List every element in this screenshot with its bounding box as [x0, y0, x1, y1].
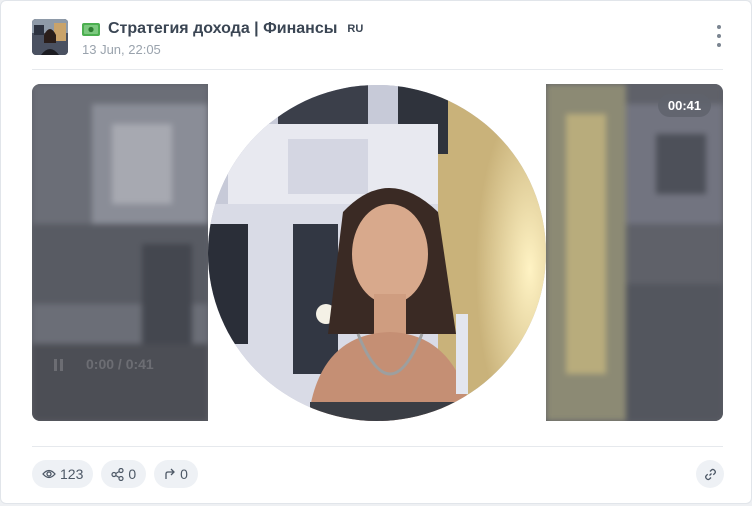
money-banknote-icon	[82, 22, 100, 36]
share-icon	[111, 467, 124, 481]
ghost-pause-icon	[54, 359, 63, 371]
eye-icon	[42, 469, 56, 479]
header-divider	[32, 69, 723, 70]
video-blur-right	[546, 84, 723, 421]
forwards-count: 0	[180, 466, 188, 482]
post-header: Стратегия дохода | Финансы RU	[82, 18, 363, 40]
video-duration-badge: 00:41	[658, 94, 711, 117]
post-date: 13 Jun, 22:05	[82, 42, 161, 57]
ghost-player-time: 0:00 / 0:41	[86, 356, 154, 372]
video-circle-frame	[208, 84, 546, 421]
shares-counter[interactable]: 0	[101, 460, 147, 488]
views-count: 123	[60, 466, 84, 482]
link-icon	[704, 468, 716, 480]
post-stats: 123 0 0	[32, 460, 198, 488]
forwards-counter[interactable]: 0	[154, 460, 198, 488]
round-video-thumbnail	[208, 85, 546, 421]
post-card: Стратегия дохода | Финансы RU 13 Jun, 22…	[0, 0, 752, 504]
shares-count: 0	[128, 466, 137, 482]
channel-title[interactable]: Стратегия дохода | Финансы	[108, 20, 337, 38]
forward-icon	[165, 468, 176, 479]
channel-avatar[interactable]	[32, 19, 68, 55]
language-badge: RU	[347, 23, 364, 35]
views-counter[interactable]: 123	[32, 460, 94, 488]
copy-link-button[interactable]	[696, 460, 724, 488]
video-message[interactable]: 0:00 / 0:41 00:41	[32, 84, 723, 421]
more-vertical-icon[interactable]	[712, 25, 726, 47]
footer-divider	[32, 446, 723, 447]
